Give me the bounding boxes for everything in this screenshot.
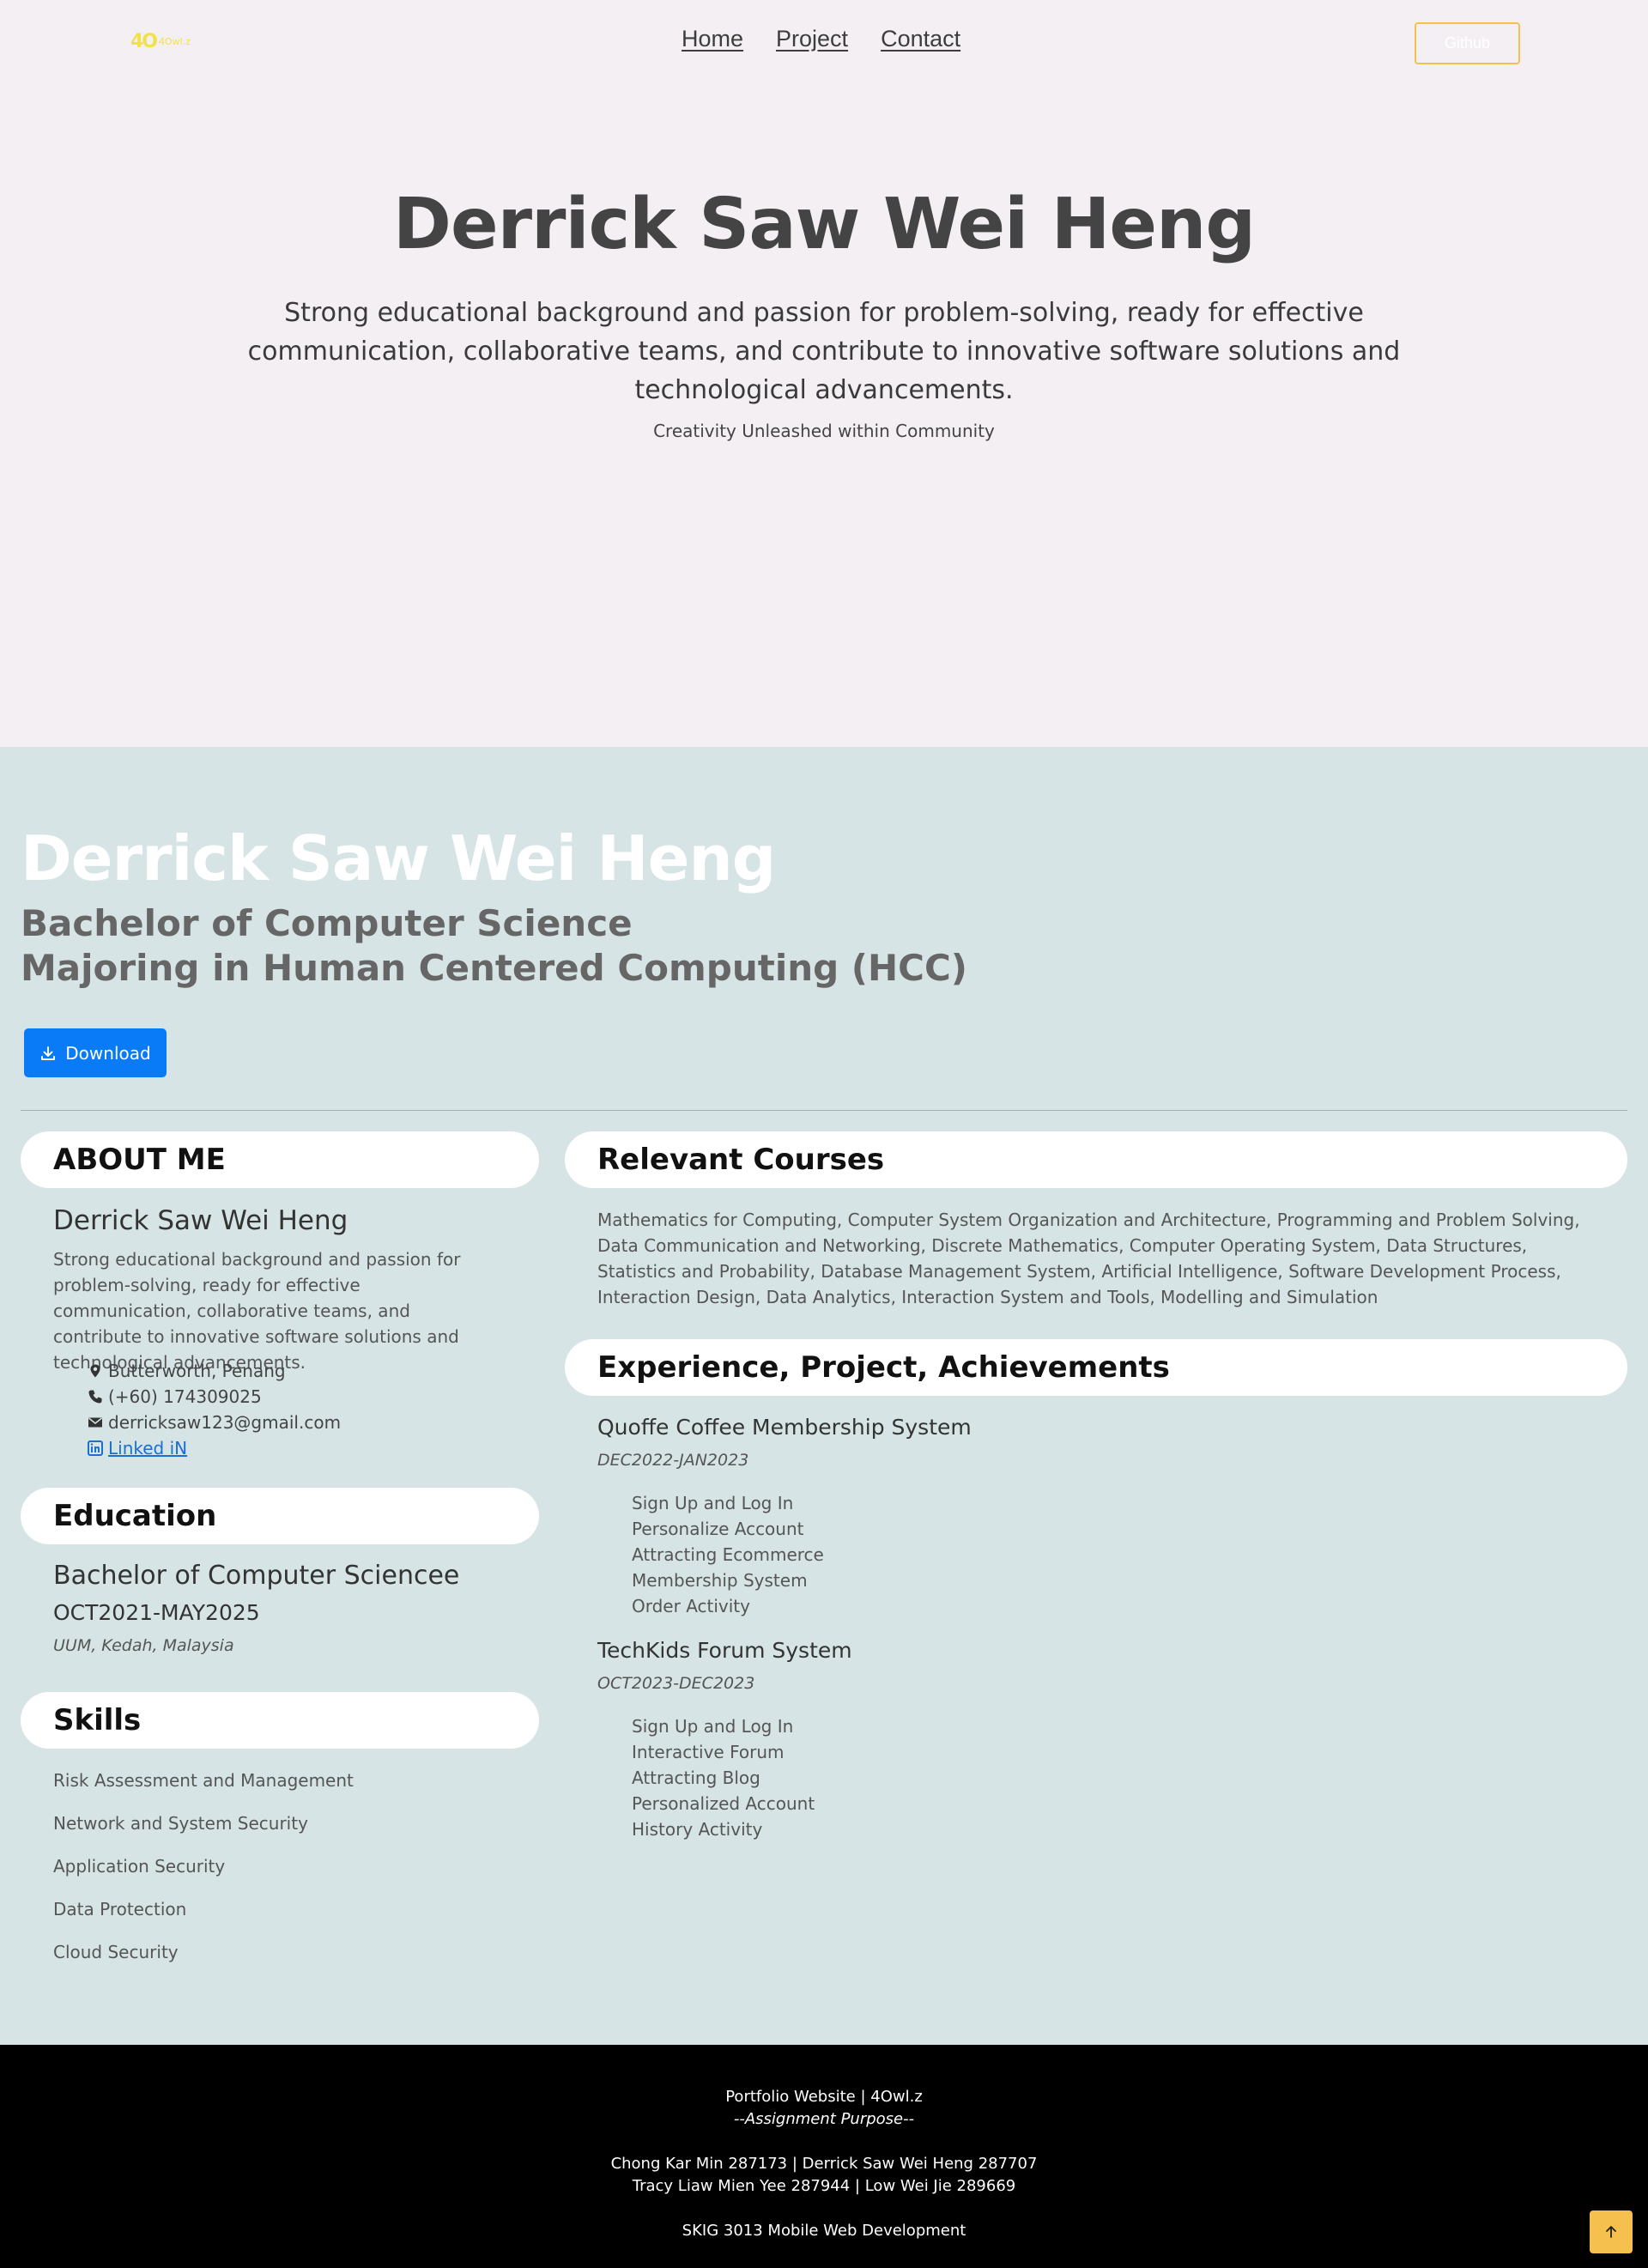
footer-title: Portfolio Website | 4Owl.z <box>725 2088 923 2106</box>
footer-members-2: Tracy Liaw Mien Yee 287944 | Low Wei Jie… <box>632 2177 1016 2195</box>
contact-email: derricksaw123@gmail.com <box>88 1410 341 1435</box>
skill-item: Data Protection <box>53 1899 187 1919</box>
footer-course: SKIG 3013 Mobile Web Development <box>682 2222 966 2240</box>
logo-text: 4Owl.z <box>159 35 191 47</box>
education-heading: Education <box>21 1488 539 1544</box>
back-to-top-button[interactable] <box>1590 2210 1633 2253</box>
hero-title: Derrick Saw Wei Heng <box>392 184 1256 265</box>
contact-location: Butterworth, Penang <box>88 1358 341 1384</box>
location-text: Butterworth, Penang <box>108 1361 286 1381</box>
project-title: TechKids Forum System <box>597 1638 852 1663</box>
courses-text: Mathematics for Computing, Computer Syst… <box>597 1210 1580 1307</box>
download-button[interactable]: Download <box>24 1028 167 1077</box>
about-text: Strong educational background and passio… <box>53 1249 461 1373</box>
logo-mark: 4O <box>130 30 158 52</box>
education-date: OCT2021-MAY2025 <box>53 1600 260 1625</box>
about-heading: ABOUT ME <box>21 1131 539 1188</box>
download-label: Download <box>65 1042 151 1064</box>
project-feature-list: Sign Up and Log In Interactive Forum Att… <box>632 1713 815 1842</box>
nav-home-link[interactable]: Home <box>682 26 743 52</box>
contact-phone: (+60) 174309025 <box>88 1384 341 1410</box>
skill-item: Risk Assessment and Management <box>53 1770 354 1791</box>
project-date: DEC2022-JAN2023 <box>597 1451 749 1470</box>
linkedin-link[interactable]: Linked iN <box>108 1435 187 1461</box>
skills-list: Risk Assessment and Management Network a… <box>53 1770 354 1985</box>
email-text: derricksaw123@gmail.com <box>108 1412 342 1433</box>
courses-heading: Relevant Courses <box>565 1131 1627 1188</box>
site-logo[interactable]: 4O 4Owl.z <box>130 27 206 55</box>
resume-degree: Bachelor of Computer Science Majoring in… <box>21 901 967 991</box>
resume-section: Derrick Saw Wei Heng Bachelor of Compute… <box>0 747 1648 2045</box>
main-nav: Home Project Contact <box>682 26 960 52</box>
download-icon <box>41 1046 56 1060</box>
education-place: UUM, Kedah, Malaysia <box>53 1636 234 1655</box>
feature-item: Personalized Account <box>632 1793 815 1814</box>
feature-item: Sign Up and Log In <box>632 1493 794 1513</box>
section-divider <box>21 1110 1627 1111</box>
feature-item: Attracting Ecommerce <box>632 1544 824 1565</box>
site-footer: Portfolio Website | 4Owl.z --Assignment … <box>0 2045 1648 2268</box>
feature-item: Attracting Blog <box>632 1768 760 1788</box>
footer-subtitle: --Assignment Purpose-- <box>733 2110 915 2128</box>
education-degree: Bachelor of Computer Sciencee <box>53 1561 460 1591</box>
nav-contact-link[interactable]: Contact <box>881 26 960 52</box>
skill-item: Cloud Security <box>53 1942 179 1962</box>
phone-icon <box>88 1390 102 1404</box>
skill-item: Application Security <box>53 1856 226 1877</box>
nav-project-link[interactable]: Project <box>776 26 848 52</box>
project-title: Quoffe Coffee Membership System <box>597 1415 972 1440</box>
skills-heading: Skills <box>21 1692 539 1749</box>
hero-description: Strong educational background and passio… <box>247 298 1401 405</box>
project-date: OCT2023-DEC2023 <box>597 1674 755 1693</box>
contact-list: Butterworth, Penang (+60) 174309025 derr… <box>88 1358 341 1461</box>
arrow-up-icon <box>1606 2226 1616 2238</box>
github-button[interactable]: Github <box>1415 22 1520 64</box>
envelope-icon <box>88 1417 102 1428</box>
experience-heading: Experience, Project, Achievements <box>565 1339 1627 1396</box>
project-feature-list: Sign Up and Log In Personalize Account A… <box>632 1490 824 1619</box>
linkedin-icon <box>88 1440 103 1456</box>
contact-linkedin: Linked iN <box>88 1435 341 1461</box>
feature-item: Order Activity <box>632 1596 750 1616</box>
phone-text: (+60) 174309025 <box>108 1386 262 1407</box>
feature-item: Sign Up and Log In <box>632 1716 794 1737</box>
feature-item: History Activity <box>632 1819 763 1840</box>
footer-members-1: Chong Kar Min 287173 | Derrick Saw Wei H… <box>610 2155 1038 2173</box>
degree-line: Bachelor of Computer Science <box>21 902 633 944</box>
map-pin-icon <box>90 1364 100 1378</box>
feature-item: Interactive Forum <box>632 1742 785 1762</box>
hero-section: 4O 4Owl.z Home Project Contact Github De… <box>0 0 1648 747</box>
skill-item: Network and System Security <box>53 1813 308 1834</box>
feature-item: Membership System <box>632 1570 808 1591</box>
about-name: Derrick Saw Wei Heng <box>53 1205 348 1236</box>
major-line: Majoring in Human Centered Computing (HC… <box>21 947 967 989</box>
feature-item: Personalize Account <box>632 1519 804 1539</box>
resume-name: Derrick Saw Wei Heng <box>21 822 776 894</box>
hero-tagline: Creativity Unleashed within Community <box>653 421 995 441</box>
